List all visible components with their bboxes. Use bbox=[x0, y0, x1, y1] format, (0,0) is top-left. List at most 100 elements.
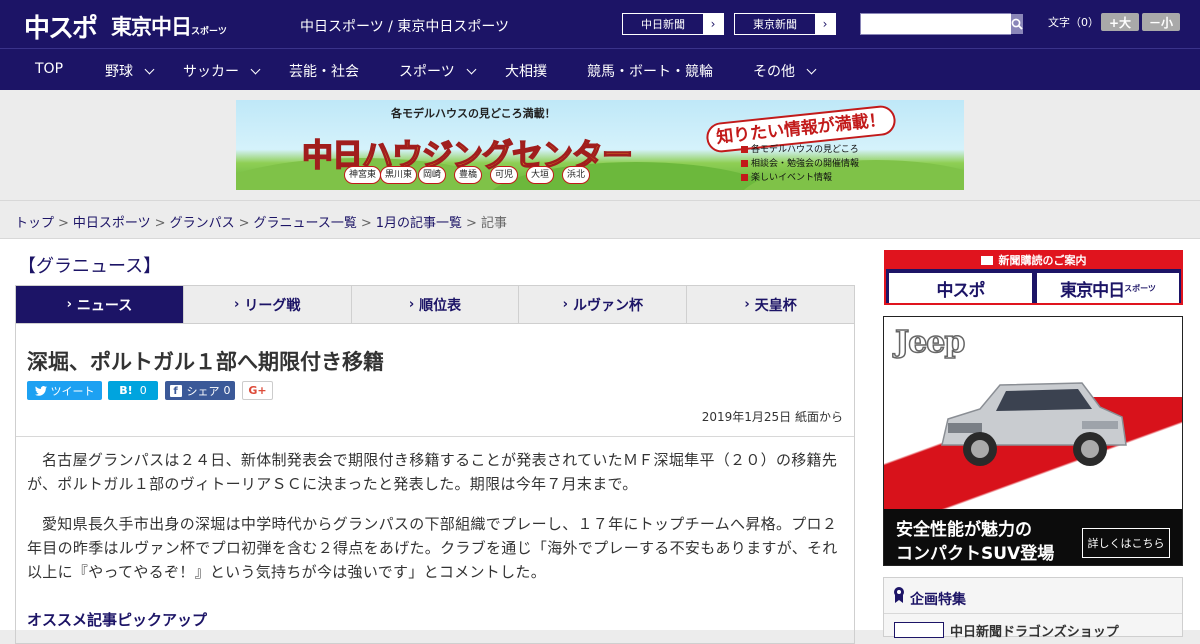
ad-town-label: 可児 bbox=[490, 166, 519, 184]
ad-town-label: 黒川東 bbox=[380, 166, 418, 184]
chevron-right-icon: › bbox=[744, 297, 750, 312]
search-input[interactable] bbox=[861, 14, 1011, 34]
ad-copy-panel: 安全性能が魅力の コンパクトSUV登場 詳しくはこちら bbox=[884, 509, 1182, 565]
chevron-down-icon bbox=[466, 64, 477, 75]
main-nav: TOP 野球 サッカー 芸能・社会 スポーツ 大相撲 競馬・ボート・競輪 その他 bbox=[0, 48, 1200, 90]
tokyo-chunichi-logo-text: 東京中日 bbox=[111, 15, 192, 39]
category-tabs: › ニュース › リーグ戦 › 順位表 › ルヴァン杯 › 天皇杯 bbox=[15, 285, 855, 324]
ad-feature: 楽しいイベント情報 bbox=[741, 170, 832, 183]
tokyo-shimbun-link[interactable]: 東京新聞 › bbox=[734, 13, 836, 35]
main-content: 【グラニュース】 › ニュース › リーグ戦 › 順位表 › ルヴァン杯 › 天皇杯 深堀… bbox=[0, 239, 1200, 644]
breadcrumb-link-january[interactable]: 1月の記事一覧 bbox=[376, 216, 462, 231]
nav-item-entertainment[interactable]: 芸能・社会 bbox=[289, 61, 359, 81]
article-paragraph: 名古屋グランパスは２４日、新体制発表会で期限付き移籍することが発表されていたＭＦ… bbox=[27, 451, 838, 493]
breadcrumb: トップ > 中日スポーツ > グランパス > グラニュース一覧 >1月の記事一覧 > 記事 bbox=[15, 212, 507, 231]
feature-thumbnail[interactable] bbox=[894, 622, 944, 638]
breadcrumb-link-grampus[interactable]: グランパス bbox=[170, 216, 235, 231]
tokyo-chunichi-logo[interactable]: 東京中日スポーツ bbox=[111, 11, 227, 41]
suv-car-image bbox=[941, 382, 1127, 466]
tweet-button[interactable]: ツイート bbox=[27, 381, 102, 400]
tab-news[interactable]: › ニュース bbox=[16, 286, 183, 323]
subscribe-logo-small: スポーツ bbox=[1124, 283, 1156, 293]
nav-item-racing[interactable]: 競馬・ボート・競輪 bbox=[587, 61, 713, 81]
chevron-right-icon: › bbox=[408, 297, 415, 312]
chunichi-shimbun-label: 中日新聞 bbox=[641, 18, 685, 31]
housing-center-ad-banner[interactable]: 各モデルハウスの見どころ満載！ 中日ハウジングセンター 知りたい情報が満載！ 各… bbox=[236, 100, 964, 190]
facebook-share-label: シェア bbox=[186, 384, 220, 398]
ad-feature: 各モデルハウスの見どころ bbox=[741, 142, 859, 155]
feature-section: 企画特集 中日新聞ドラゴンズショップ bbox=[883, 577, 1183, 640]
ad-copy-line1: 安全性能が魅力の bbox=[896, 520, 1032, 540]
tab-levain-cup[interactable]: › ルヴァン杯 bbox=[518, 286, 686, 323]
tab-label: ニュース bbox=[76, 297, 133, 314]
feature-item-link[interactable]: 中日新聞ドラゴンズショップ bbox=[950, 621, 1119, 640]
tokyo-chunichi-logo-small: スポーツ bbox=[191, 27, 227, 37]
article: 深堀、ポルトガル１部へ期限付き移籍 ツイート B! 0 f シェア 0 G+ 2… bbox=[15, 324, 855, 644]
tab-league[interactable]: › リーグ戦 bbox=[182, 286, 351, 323]
breadcrumb-current: 記事 bbox=[480, 216, 507, 231]
newspaper-icon bbox=[980, 256, 993, 265]
search-icon bbox=[1011, 18, 1023, 30]
subscription-header: 新聞購読のご案内 bbox=[886, 252, 1181, 269]
article-paragraph: 愛知県長久手市出身の深堀は中学時代からグランパスの下部組織でプレーし、１７年にト… bbox=[27, 515, 838, 581]
subscription-banner[interactable]: 新聞購読のご案内 中スポ 東京中日 スポーツ bbox=[884, 250, 1183, 305]
font-increase-button[interactable]: +大 bbox=[1101, 13, 1139, 31]
font-size-label: 文字（0） bbox=[1048, 16, 1099, 29]
nav-item-sumo[interactable]: 大相撲 bbox=[505, 61, 547, 81]
facebook-count: 0 bbox=[223, 384, 231, 397]
tweet-label: ツイート bbox=[50, 384, 95, 398]
nav-item-soccer[interactable]: サッカー bbox=[183, 61, 261, 81]
chunichi-shimbun-link[interactable]: 中日新聞 › bbox=[622, 13, 724, 35]
chevron-down-icon bbox=[250, 64, 261, 75]
feature-divider bbox=[884, 613, 1182, 614]
hatena-bookmark-button[interactable]: B! 0 bbox=[108, 381, 158, 400]
tab-label: 天皇杯 bbox=[754, 297, 797, 314]
tab-standings[interactable]: › 順位表 bbox=[350, 286, 519, 323]
nav-label: 芸能・社会 bbox=[289, 64, 359, 80]
recommended-articles-heading: オススメ記事ピックアップ bbox=[27, 611, 208, 629]
breadcrumb-link-granews-list[interactable]: グラニュース一覧 bbox=[254, 216, 357, 231]
tab-label: 順位表 bbox=[419, 297, 462, 314]
breadcrumb-separator: > bbox=[360, 216, 372, 231]
feature-section-title: 企画特集 bbox=[910, 592, 966, 608]
hatena-count: 0 bbox=[139, 384, 147, 397]
breadcrumb-link-top[interactable]: トップ bbox=[15, 216, 54, 231]
breadcrumb-separator: > bbox=[154, 216, 166, 231]
article-date: 2019年1月25日 紙面から bbox=[701, 410, 843, 424]
nav-item-baseball[interactable]: 野球 bbox=[105, 61, 155, 81]
nav-label: TOP bbox=[35, 61, 64, 77]
breadcrumb-separator: > bbox=[58, 216, 69, 231]
section-title: 【グラニュース】 bbox=[18, 256, 162, 277]
breadcrumb-bar: トップ > 中日スポーツ > グランパス > グラニュース一覧 >1月の記事一覧 > 記事 bbox=[0, 200, 1200, 239]
ad-town-label: 大垣 bbox=[526, 166, 555, 184]
nav-item-other[interactable]: その他 bbox=[753, 61, 817, 81]
nav-item-top[interactable]: TOP bbox=[35, 61, 63, 77]
article-divider bbox=[16, 436, 854, 437]
font-decrease-button[interactable]: －小 bbox=[1142, 13, 1180, 31]
subscription-header-label: 新聞購読のご案内 bbox=[998, 254, 1087, 267]
nav-label: スポーツ bbox=[399, 64, 455, 80]
ad-town-label: 岡崎 bbox=[418, 166, 447, 184]
ad-town-label: 神宮東 bbox=[344, 166, 382, 184]
breadcrumb-link-chunichi-sports[interactable]: 中日スポーツ bbox=[73, 216, 151, 231]
search-button[interactable] bbox=[1011, 14, 1023, 34]
tab-emperors-cup[interactable]: › 天皇杯 bbox=[686, 286, 854, 323]
jeep-ad[interactable]: Jeep 安全性能が魅力の コンパクトSUV登場 詳しくはこちら bbox=[883, 316, 1183, 566]
hatena-icon: B! bbox=[119, 384, 133, 397]
google-plus-button[interactable]: G+ bbox=[242, 381, 273, 400]
nav-label: 大相撲 bbox=[505, 64, 547, 80]
chevron-right-icon: › bbox=[66, 297, 72, 312]
nav-label: その他 bbox=[753, 64, 795, 80]
chevron-right-icon: › bbox=[562, 297, 568, 312]
chusupo-logo[interactable]: 中スポ bbox=[24, 8, 98, 45]
chevron-right-icon: › bbox=[234, 297, 240, 312]
nav-item-sports[interactable]: スポーツ bbox=[399, 61, 477, 81]
nav-label: サッカー bbox=[183, 64, 239, 80]
chevron-down-icon bbox=[144, 64, 155, 75]
facebook-share-button[interactable]: f シェア 0 bbox=[165, 381, 235, 400]
tab-label: リーグ戦 bbox=[244, 297, 301, 314]
ribbon-icon bbox=[894, 587, 904, 603]
ad-details-button[interactable]: 詳しくはこちら bbox=[1082, 528, 1170, 558]
subscribe-tokyo-chunichi-logo: 東京中日 スポーツ bbox=[1037, 273, 1179, 303]
subscribe-chusupo-logo: 中スポ bbox=[889, 273, 1032, 303]
